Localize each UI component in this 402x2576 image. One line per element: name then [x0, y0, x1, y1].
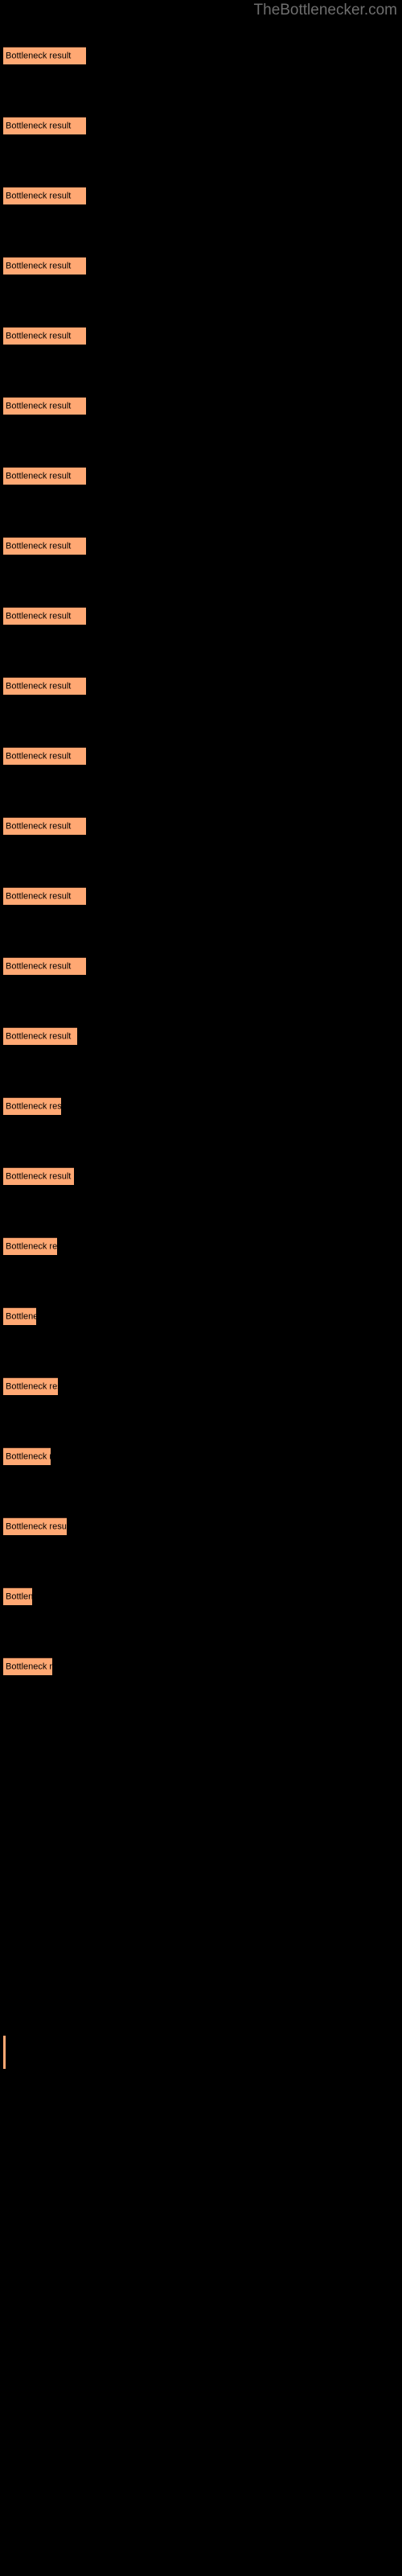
- bar-label: Bottleneck result: [6, 51, 72, 60]
- bar-label: Bottleneck result: [6, 821, 72, 831]
- bar-3: Bottleneck result: [3, 187, 86, 204]
- bar-24: Bottleneck result: [3, 1657, 52, 1675]
- bar-chart: TheBottlenecker.com Bottleneck result Bot…: [0, 0, 402, 2576]
- bar-label: Bottleneck result: [6, 1311, 36, 1321]
- bar-label: Bottleneck result: [6, 1521, 67, 1531]
- bar-10: Bottleneck result: [3, 677, 86, 695]
- bar-4: Bottleneck result: [3, 257, 86, 275]
- bar-label: Bottleneck result: [6, 191, 72, 200]
- bar-20: Bottleneck result: [3, 1377, 58, 1395]
- bar-1: Bottleneck result: [3, 47, 86, 64]
- bar-23: Bottleneck result: [3, 1587, 32, 1605]
- bar-9: Bottleneck result: [3, 607, 86, 625]
- bar-7: Bottleneck result: [3, 467, 86, 485]
- bar-label: Bottleneck result: [6, 1662, 52, 1671]
- bar-6: Bottleneck result: [3, 397, 86, 415]
- bar-14: Bottleneck result: [3, 957, 86, 975]
- site-watermark: TheBottlenecker.com: [253, 2, 397, 19]
- bar-17: Bottleneck result: [3, 1167, 74, 1185]
- bar-label: Bottleneck result: [6, 1241, 57, 1251]
- bar-18: Bottleneck result: [3, 1237, 57, 1255]
- bar-11: Bottleneck result: [3, 747, 86, 765]
- bar-label: Bottleneck result: [6, 1381, 58, 1391]
- bar-label: Bottleneck result: [6, 401, 72, 411]
- bar-label: Bottleneck result: [6, 1101, 61, 1111]
- bar-21: Bottleneck result: [3, 1447, 51, 1465]
- axis-marker: [3, 2035, 6, 2069]
- bar-label: Bottleneck result: [6, 331, 72, 341]
- bar-label: Bottleneck result: [6, 541, 72, 551]
- bar-label: Bottleneck result: [6, 1591, 32, 1601]
- bar-label: Bottleneck result: [6, 121, 72, 130]
- bar-label: Bottleneck result: [6, 751, 72, 761]
- bar-12: Bottleneck result: [3, 817, 86, 835]
- bar-8: Bottleneck result: [3, 537, 86, 555]
- bar-label: Bottleneck result: [6, 1451, 51, 1461]
- bar-19: Bottleneck result: [3, 1307, 36, 1325]
- bar-label: Bottleneck result: [6, 1171, 72, 1181]
- bar-label: Bottleneck result: [6, 891, 72, 901]
- bar-label: Bottleneck result: [6, 681, 72, 691]
- bar-label: Bottleneck result: [6, 961, 72, 971]
- bar-2: Bottleneck result: [3, 117, 86, 134]
- bar-22: Bottleneck result: [3, 1517, 67, 1535]
- bar-label: Bottleneck result: [6, 1031, 72, 1041]
- bar-13: Bottleneck result: [3, 887, 86, 905]
- bar-16: Bottleneck result: [3, 1097, 61, 1115]
- bar-label: Bottleneck result: [6, 611, 72, 621]
- bar-label: Bottleneck result: [6, 261, 72, 270]
- bar-5: Bottleneck result: [3, 327, 86, 345]
- bar-15: Bottleneck result: [3, 1027, 77, 1045]
- bar-label: Bottleneck result: [6, 471, 72, 481]
